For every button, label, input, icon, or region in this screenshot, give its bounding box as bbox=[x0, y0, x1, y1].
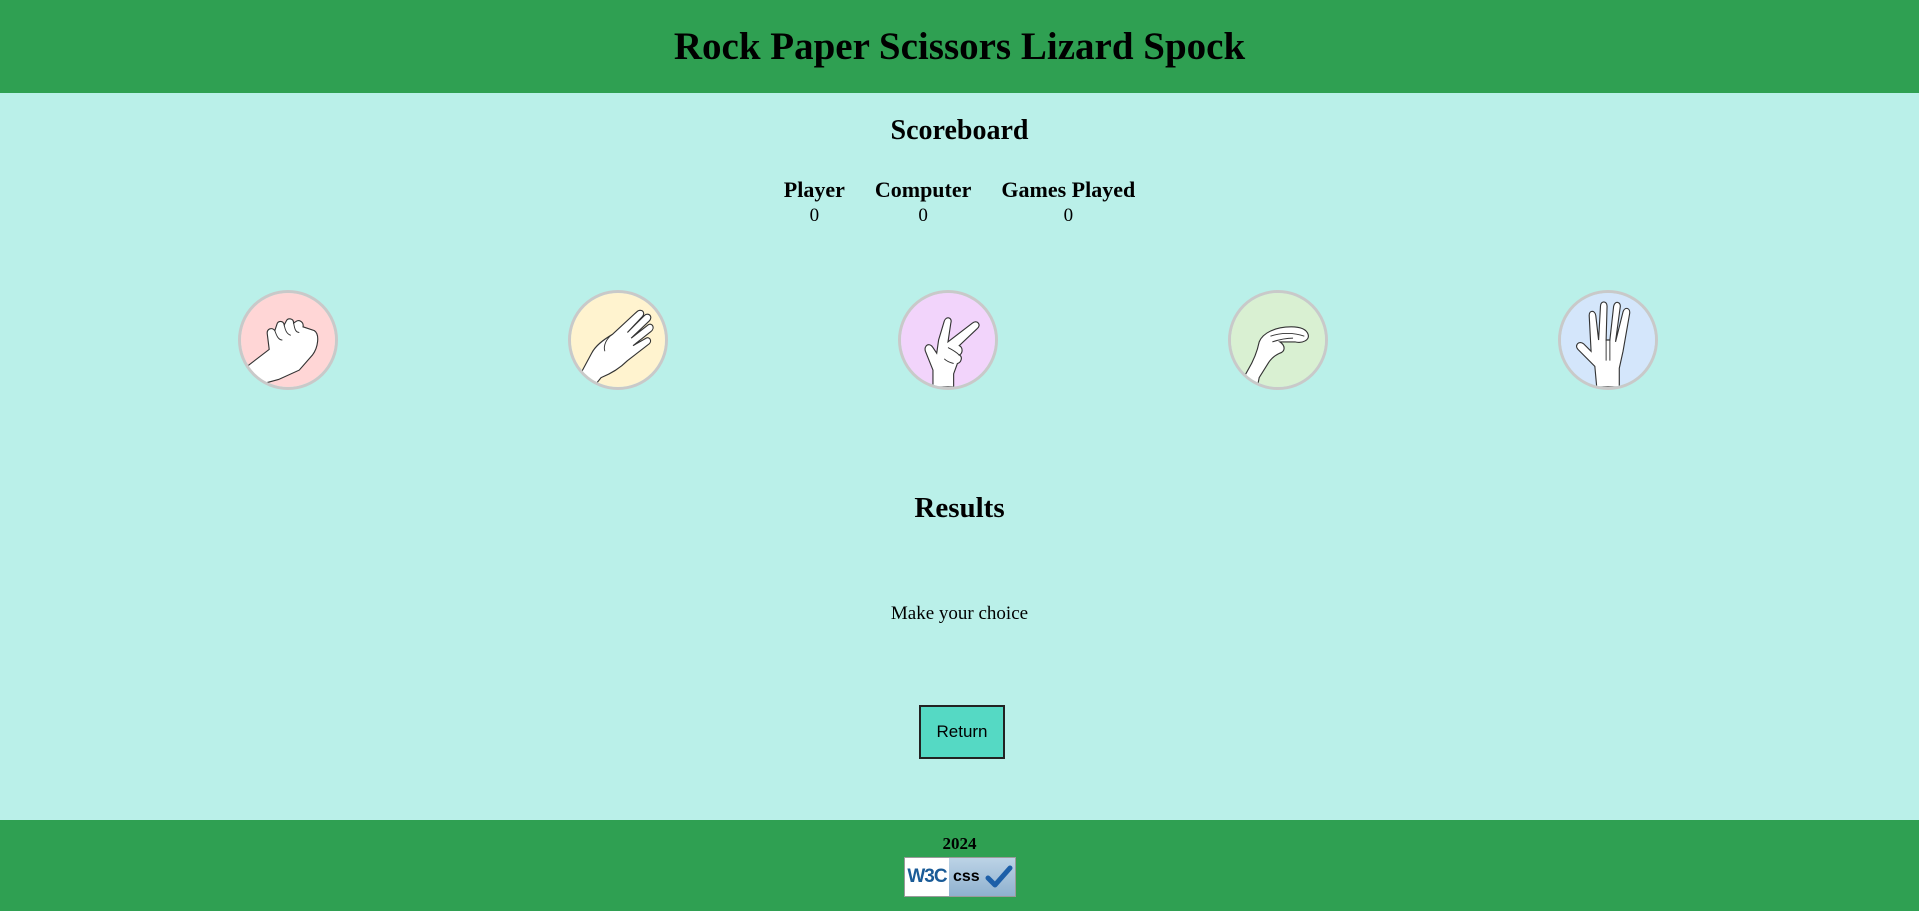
spock-hand-icon bbox=[1561, 293, 1655, 387]
score-computer: Computer 0 bbox=[860, 176, 987, 228]
score-computer-value: 0 bbox=[918, 205, 928, 226]
checkmark-icon bbox=[985, 865, 1013, 888]
css-label: css bbox=[949, 858, 1015, 896]
lizard-hand-icon bbox=[1231, 293, 1325, 387]
paper-button[interactable] bbox=[568, 290, 668, 390]
choice-buttons bbox=[0, 290, 1919, 390]
page-title: Rock Paper Scissors Lizard Spock bbox=[673, 25, 1246, 68]
rock-hand-icon bbox=[241, 293, 335, 387]
css-label-text: css bbox=[953, 868, 980, 885]
score-player: Player 0 bbox=[769, 176, 860, 228]
results-title: Results bbox=[914, 492, 1005, 524]
scoreboard-table: Player 0 Computer 0 Games Played 0 bbox=[0, 176, 1919, 228]
scoreboard-title: Scoreboard bbox=[890, 115, 1029, 146]
site-header: Rock Paper Scissors Lizard Spock bbox=[0, 0, 1919, 93]
rock-button[interactable] bbox=[238, 290, 338, 390]
score-computer-label: Computer bbox=[874, 177, 972, 202]
scissors-hand-icon bbox=[901, 293, 995, 387]
score-games-played-label: Games Played bbox=[1001, 177, 1136, 202]
w3c-css-badge[interactable]: W3C css bbox=[904, 857, 1016, 897]
paper-hand-icon bbox=[571, 293, 665, 387]
return-button[interactable]: Return bbox=[919, 705, 1005, 759]
w3c-logo: W3C bbox=[905, 858, 949, 896]
score-games-played-value: 0 bbox=[1063, 205, 1074, 226]
lizard-button[interactable] bbox=[1228, 290, 1328, 390]
footer-year: 2024 bbox=[942, 834, 977, 853]
score-player-value: 0 bbox=[809, 205, 820, 226]
site-footer: 2024 W3C css bbox=[0, 820, 1919, 911]
result-message: Make your choice bbox=[890, 603, 1029, 624]
score-player-label: Player bbox=[783, 177, 845, 202]
spock-button[interactable] bbox=[1558, 290, 1658, 390]
scissors-button[interactable] bbox=[898, 290, 998, 390]
score-games-played: Games Played 0 bbox=[986, 176, 1150, 228]
